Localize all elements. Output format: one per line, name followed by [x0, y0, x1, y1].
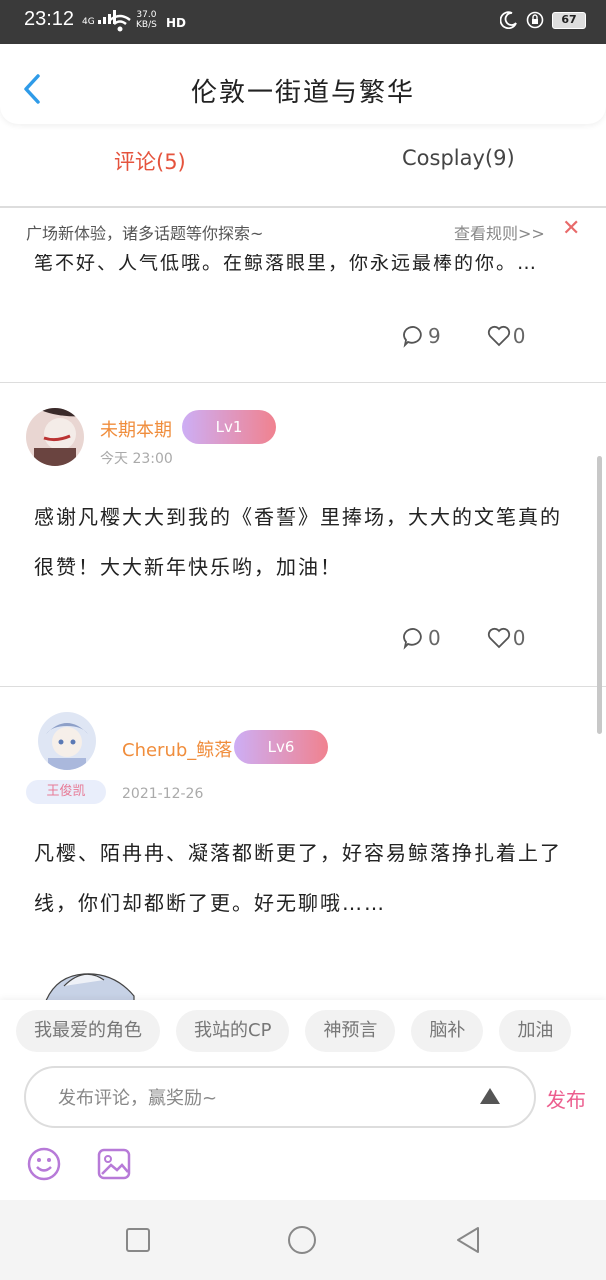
expand-icon[interactable] [480, 1088, 500, 1104]
username[interactable]: Cherub_鲸落 [122, 736, 232, 762]
divider [0, 382, 606, 383]
comment-text: 笔不好、人气低哦。在鲸落眼里，你永远最棒的你。… [34, 254, 539, 274]
avatar[interactable] [38, 712, 96, 770]
heart-icon [487, 325, 510, 347]
back-nav-icon[interactable] [452, 1224, 484, 1256]
topic-chip[interactable]: 神预言 [305, 1010, 396, 1052]
notice-text: 广场新体验，诸多话题等你探索~ [26, 224, 264, 243]
partial-image [45, 973, 135, 1000]
topic-chip[interactable]: 我站的CP [176, 1010, 290, 1052]
comment-text: 感谢凡樱大大到我的《香誓》里捧场，大大的文笔真的很赞！大大新年快乐哟，加油！ [34, 505, 562, 579]
topic-chip[interactable]: 脑补 [411, 1010, 484, 1052]
moon-icon [500, 11, 517, 29]
battery-indicator: 67 [552, 11, 586, 29]
topic-chip[interactable]: 加油 [499, 1010, 572, 1052]
page-title: 伦敦一街道与繁华 [190, 78, 415, 108]
reply-button[interactable]: 9 [402, 324, 441, 348]
publish-button[interactable]: 发布 [546, 1084, 586, 1113]
system-nav-bar [0, 1200, 606, 1280]
comment-bubble-icon [403, 628, 422, 650]
level-badge: Lv1 [182, 410, 276, 444]
comment-bubble-icon [403, 326, 422, 348]
comment-time: 今天 23:00 [100, 451, 173, 467]
reply-button[interactable]: 0 [402, 626, 441, 650]
like-button[interactable]: 0 [487, 626, 526, 650]
comment-input-wrapper [24, 1066, 536, 1128]
comment-composer: 我最爱的角色 我站的CP 神预言 脑补 加油 发布 [0, 1000, 606, 1200]
lock-rotation-icon [526, 11, 544, 29]
comment-input[interactable] [58, 1084, 458, 1112]
hd-indicator: HD [166, 16, 187, 30]
comment-actions: 9 0 [402, 324, 525, 348]
divider [0, 686, 606, 687]
view-rules-link[interactable]: 查看规则>> [454, 220, 545, 244]
topic-chips: 我最爱的角色 我站的CP 神预言 脑补 加油 [16, 1010, 572, 1052]
scrollbar[interactable] [597, 456, 602, 734]
recent-apps-icon[interactable] [122, 1224, 154, 1256]
comment-time: 2021-12-26 [122, 786, 204, 802]
topic-chip[interactable]: 我最爱的角色 [16, 1010, 160, 1052]
like-count: 0 [512, 324, 526, 348]
avatar-image [38, 712, 96, 770]
like-count: 0 [512, 626, 526, 650]
image-icon[interactable] [96, 1146, 132, 1182]
close-icon[interactable]: ✕ [562, 216, 580, 241]
heart-icon [487, 627, 510, 649]
home-icon[interactable] [286, 1224, 318, 1256]
like-button[interactable]: 0 [487, 324, 526, 348]
page-header: 伦敦一街道与繁华 [0, 44, 606, 124]
tab-cosplay[interactable]: Cosplay(9) [402, 146, 515, 170]
medal-badge: 王俊凯 [26, 780, 106, 804]
tab-comments[interactable]: 评论(5) [114, 146, 186, 176]
reply-count: 0 [428, 626, 441, 650]
avatar[interactable] [26, 408, 84, 466]
notice-banner: 广场新体验，诸多话题等你探索~ 查看规则>> ✕ [0, 208, 606, 254]
tab-bar: 评论(5) Cosplay(9) [0, 124, 606, 208]
username[interactable]: 未期本期 [100, 416, 172, 442]
wifi-icon [109, 14, 131, 32]
reply-count: 9 [428, 324, 441, 348]
level-badge: Lv6 [234, 730, 328, 764]
status-time: 23:12 [24, 8, 75, 30]
status-bar: 23:12 4G 37.0 KB/S HD 67 [0, 0, 606, 44]
comment-text: 凡樱、陌冉冉、凝落都断更了，好容易鲸落挣扎着上了线，你们却都断了更。好无聊哦…… [34, 841, 562, 915]
comment-actions: 0 0 [402, 626, 525, 650]
avatar-image [26, 408, 84, 466]
comment-feed[interactable]: 笔不好、人气低哦。在鲸落眼里，你永远最棒的你。… 9 0 未期本期 Lv1 今天… [0, 254, 606, 1000]
emoji-icon[interactable] [26, 1146, 62, 1182]
network-speed: 37.0 KB/S [136, 10, 157, 30]
